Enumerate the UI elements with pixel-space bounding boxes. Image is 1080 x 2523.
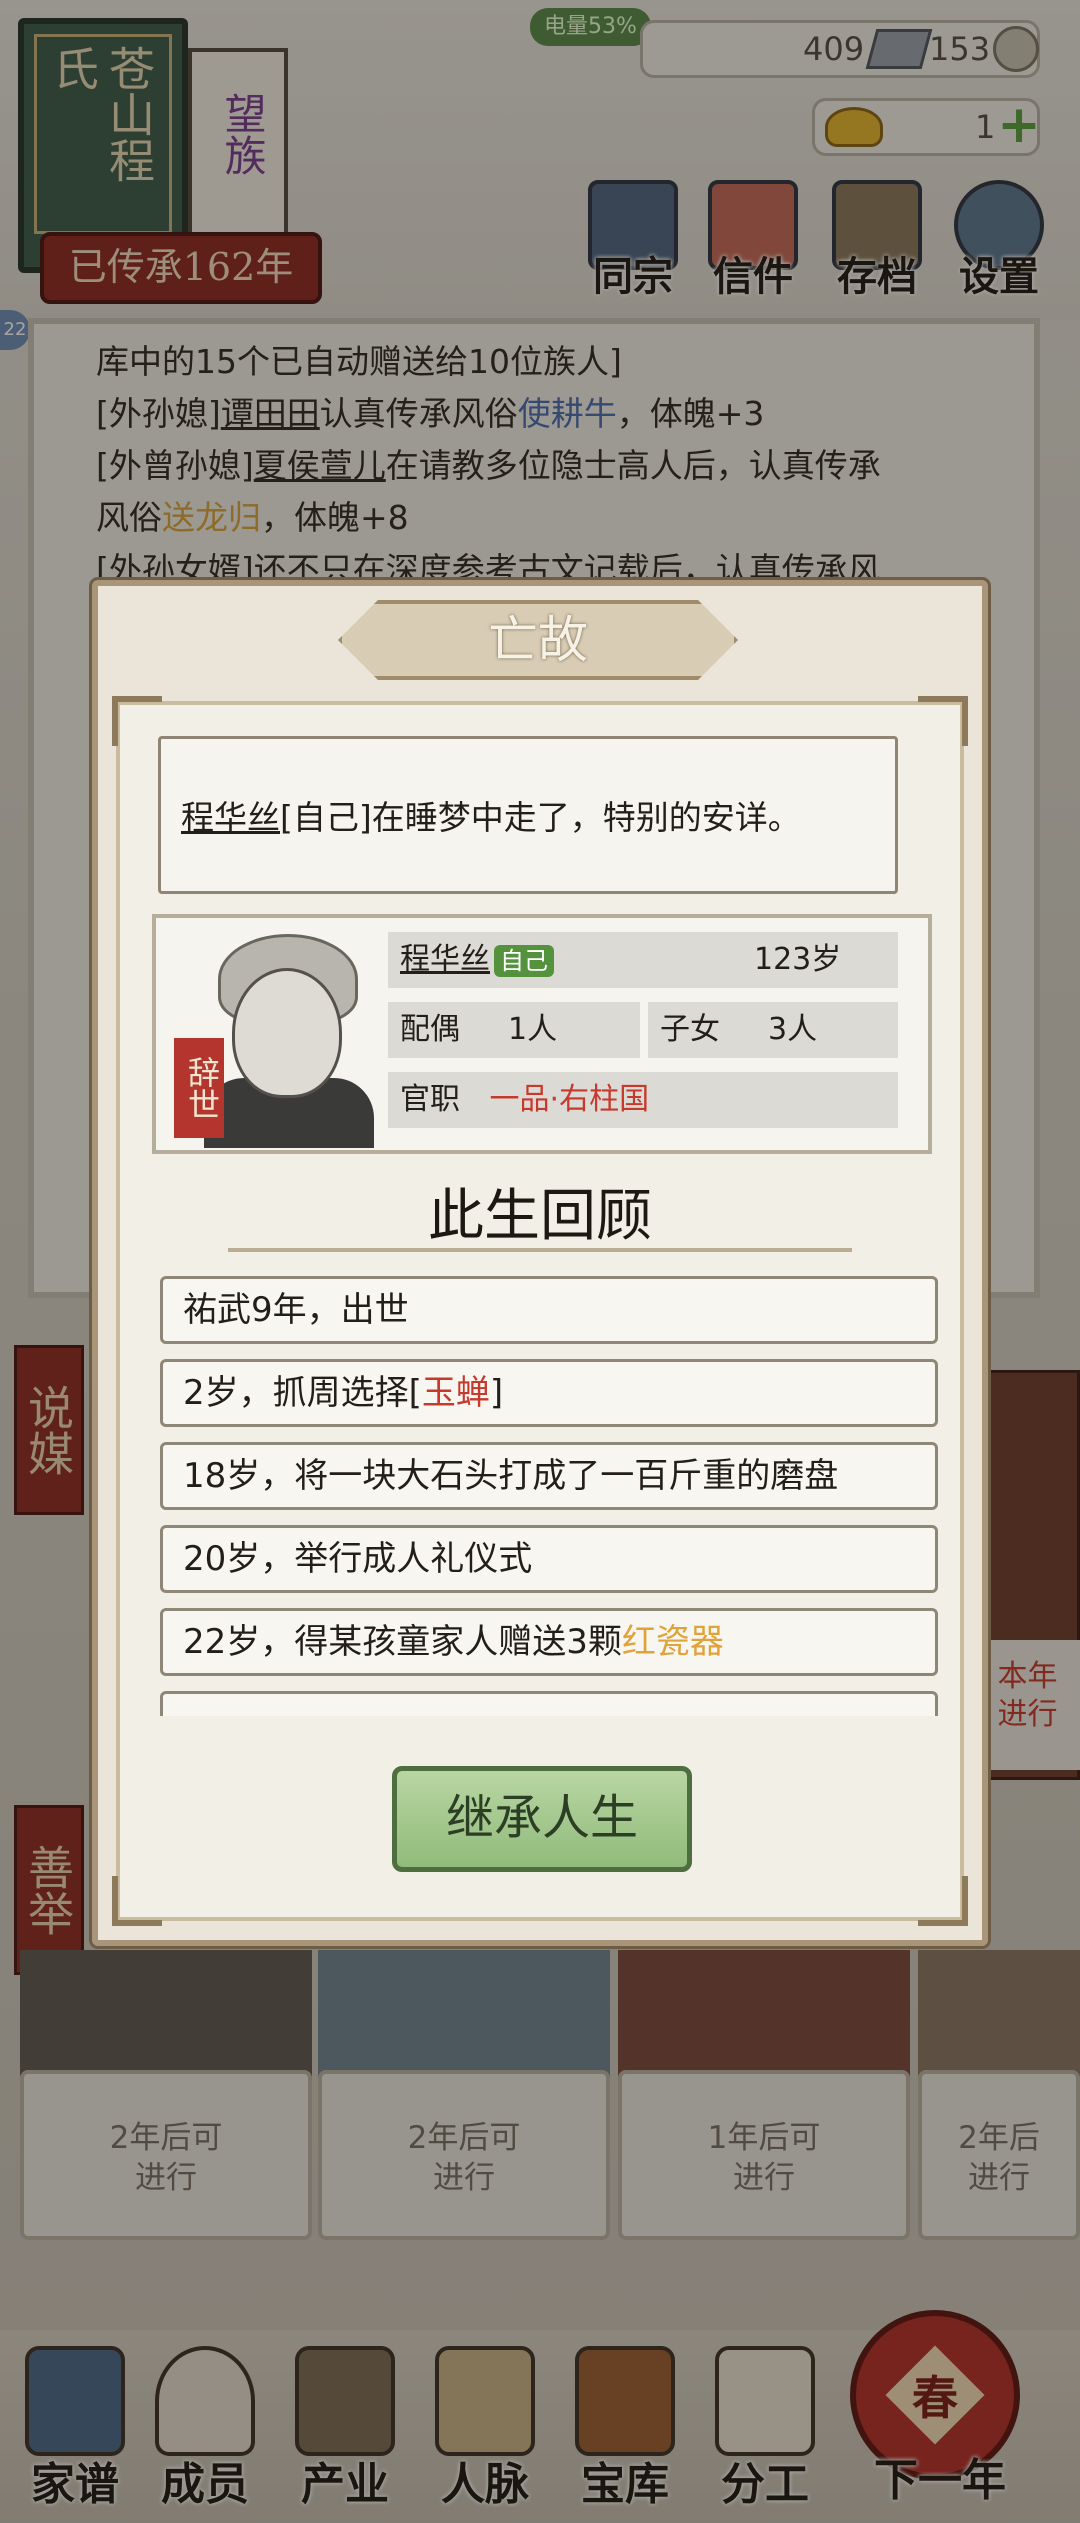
life-event: 20岁，举行成人礼仪式 [160,1525,938,1593]
spouse-row: 配偶 1人 [388,1002,640,1058]
corner-ornament [918,1876,968,1926]
portrait-face [232,968,342,1098]
children-value: 3人 [768,1012,818,1047]
self-tag: 自己 [494,944,554,977]
name-row: 程华丝 自己 123岁 [388,932,898,988]
portrait: 辞世 [174,928,384,1148]
deceased-seal: 辞世 [174,1038,224,1138]
children-row: 子女 3人 [648,1002,898,1058]
life-event: 22岁，得某孩童家人赠送3颗红瓷器 [160,1608,938,1676]
corner-ornament [112,1876,162,1926]
message-person-name[interactable]: 程华丝 [181,798,280,837]
person-profile: 辞世 程华丝 自己 123岁 配偶 1人 子女 3人 官职 一品·右柱国 [152,914,932,1154]
spouse-value: 1人 [508,1012,558,1047]
title-divider [228,1248,852,1252]
life-event [160,1691,938,1716]
life-review-title: 此生回顾 [428,1184,652,1249]
life-event: 18岁，将一块大石头打成了一百斤重的磨盘 [160,1442,938,1510]
office-label: 官职 [400,1082,460,1117]
corner-ornament [112,696,162,746]
office-row: 官职 一品·右柱国 [388,1072,898,1128]
continue-life-button[interactable]: 继承人生 [392,1766,692,1872]
children-label: 子女 [660,1012,720,1047]
death-message: 程华丝[自己]在睡梦中走了，特别的安详。 [158,736,898,894]
life-event: 祐武9年，出世 [160,1276,938,1344]
life-events-list[interactable]: 祐武9年，出世 2岁，抓周选择[玉蝉] 18岁，将一块大石头打成了一百斤重的磨盘… [98,1276,982,1716]
office-value: 一品·右柱国 [489,1082,650,1117]
message-text: [自己]在睡梦中走了，特别的安详。 [280,798,801,837]
life-event: 2岁，抓周选择[玉蝉] [160,1359,938,1427]
person-name[interactable]: 程华丝 [400,942,490,977]
spouse-label: 配偶 [400,1012,460,1047]
corner-ornament [918,696,968,746]
person-age: 123岁 [754,942,842,977]
death-dialog: 亡故 程华丝[自己]在睡梦中走了，特别的安详。 辞世 程华丝 自己 123岁 配偶… [92,580,988,1946]
dialog-title: 亡故 [488,611,588,669]
